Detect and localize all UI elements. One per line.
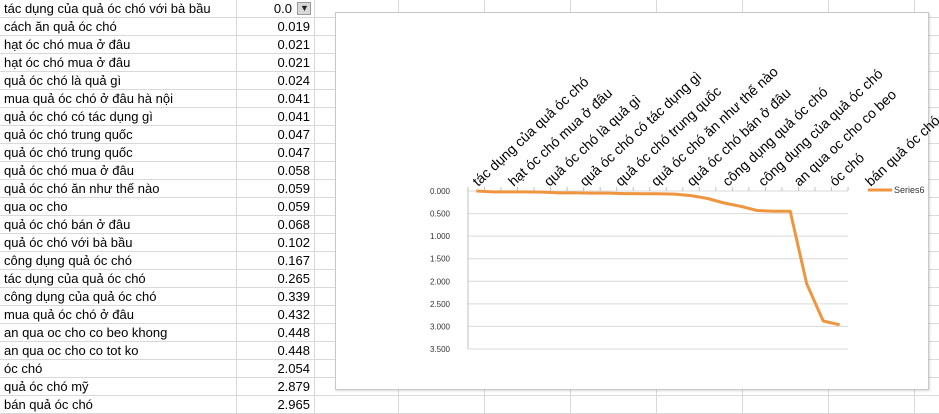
y-tick-label: 3.500 [430,345,451,354]
x-category-label: bán quả óc chó [862,112,939,189]
y-tick-label: 0.500 [430,210,451,219]
y-tick-label: 1.500 [430,255,451,264]
y-tick-label: 2.500 [430,300,451,309]
legend-label: Series6 [894,185,925,195]
series-line [476,189,841,327]
y-tick-label: 1.000 [430,232,451,241]
y-tick-label: 3.000 [430,322,451,331]
y-tick-label: 2.000 [430,277,451,286]
line-chart-svg: 0.000 0.500 1.000 1.500 2.000 2.500 3.000 3.500… [430,63,939,354]
y-tick-label: 0.000 [430,187,451,196]
